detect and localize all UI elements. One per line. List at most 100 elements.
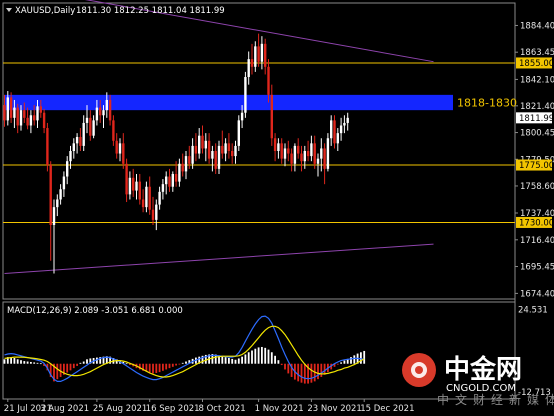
candle-body (138, 181, 141, 200)
candle (89, 110, 92, 141)
candle-body (214, 151, 217, 169)
watermark-subtitle: 中文财经新媒体 (437, 392, 554, 407)
macd-histogram-bar (148, 363, 151, 373)
time-tick-label: 16 Sep 2021 (146, 404, 200, 414)
candle (257, 33, 260, 67)
candle (135, 173, 138, 200)
macd-histogram-bar (343, 360, 346, 364)
candle-body (46, 128, 49, 166)
candle (82, 115, 85, 151)
candle-body (56, 199, 59, 208)
candle (115, 133, 118, 159)
macd-histogram-bar (270, 352, 273, 364)
macd-histogram-bar (39, 363, 42, 365)
candle-body (323, 148, 326, 169)
candle (320, 138, 323, 172)
price-tick-label: 1716.40 (520, 236, 554, 246)
candle-body (62, 176, 66, 190)
candle (118, 138, 122, 162)
candle (270, 84, 273, 146)
candle-body (217, 145, 221, 169)
macd-histogram-bar (155, 363, 158, 373)
candle-body (128, 177, 132, 195)
macd-histogram-bar (228, 357, 230, 364)
header-arrow-icon (6, 8, 12, 12)
macd-histogram-bar (23, 361, 26, 364)
macd-histogram-bar (33, 362, 36, 364)
candle-body (108, 99, 112, 121)
price-tick-label: 1821.40 (520, 102, 554, 112)
candle (237, 115, 240, 151)
candle-body (9, 97, 13, 118)
candle (231, 143, 234, 164)
candle (333, 115, 336, 149)
candle (145, 181, 148, 213)
candle-body (125, 163, 128, 195)
watermark-logo-core-icon (415, 366, 423, 374)
candle-body (151, 209, 155, 220)
price-tick-label: 1674.40 (520, 289, 554, 299)
candle (293, 143, 297, 172)
candle (191, 138, 194, 169)
candle-body (231, 151, 234, 157)
candle (227, 133, 231, 159)
candle (310, 135, 313, 162)
resistance-zone (4, 94, 453, 111)
candle (46, 122, 49, 172)
candle-body (122, 143, 125, 164)
candle-body (99, 107, 102, 116)
candle (247, 51, 250, 85)
candle-body (141, 199, 145, 208)
candle (323, 143, 326, 185)
candle (280, 138, 283, 164)
candle-body (339, 125, 343, 134)
candle-body (267, 66, 270, 95)
macd-histogram-bar (152, 363, 154, 374)
macd-histogram-bar (353, 355, 356, 364)
candle-body (89, 117, 92, 136)
candle (16, 103, 19, 134)
macd-histogram-bar (175, 363, 177, 366)
macd-histogram-bar (56, 363, 59, 380)
candle-body (273, 138, 277, 151)
candle-body (132, 177, 135, 191)
candle-body (79, 136, 82, 146)
macd-histogram-bar (254, 348, 257, 364)
macd-ticks-layer: 24.531-12.713 (518, 306, 551, 398)
candle (148, 176, 151, 215)
macd-histogram-bar (257, 347, 260, 364)
candle-body (29, 115, 33, 126)
macd-layer (3, 315, 366, 384)
macd-histogram-bar (82, 361, 85, 364)
candle-body (59, 189, 62, 200)
candle (326, 133, 330, 172)
candle (273, 133, 277, 162)
candle (297, 138, 300, 159)
candle (339, 117, 343, 141)
candle (277, 138, 280, 159)
candle (79, 128, 82, 151)
trendlines-layer (4, 0, 434, 274)
candle-body (181, 163, 184, 172)
time-ticks-layer: 21 Jul 20213 Aug 2021 25 Aug 202116 Sep 2… (4, 399, 415, 414)
candle-body (39, 106, 42, 113)
candle (49, 161, 52, 261)
candle (217, 140, 221, 174)
macd-histogram-bar (178, 363, 181, 365)
candle-body (92, 120, 95, 136)
time-tick-label: 25 Aug 2021 (93, 404, 147, 414)
candle (165, 171, 168, 195)
candle (283, 143, 287, 167)
candle-body (19, 110, 23, 126)
candle-body (42, 112, 46, 129)
candle-body (237, 120, 240, 146)
macd-histogram-bar (323, 363, 326, 375)
macd-histogram-bar (303, 363, 306, 384)
candle-body (224, 143, 227, 154)
candle-body (82, 122, 85, 146)
candle (92, 115, 95, 139)
macd-histogram-bar (30, 361, 32, 364)
candle (128, 171, 132, 200)
candle (132, 168, 135, 197)
price-tick-label: 1842.10 (520, 75, 554, 85)
